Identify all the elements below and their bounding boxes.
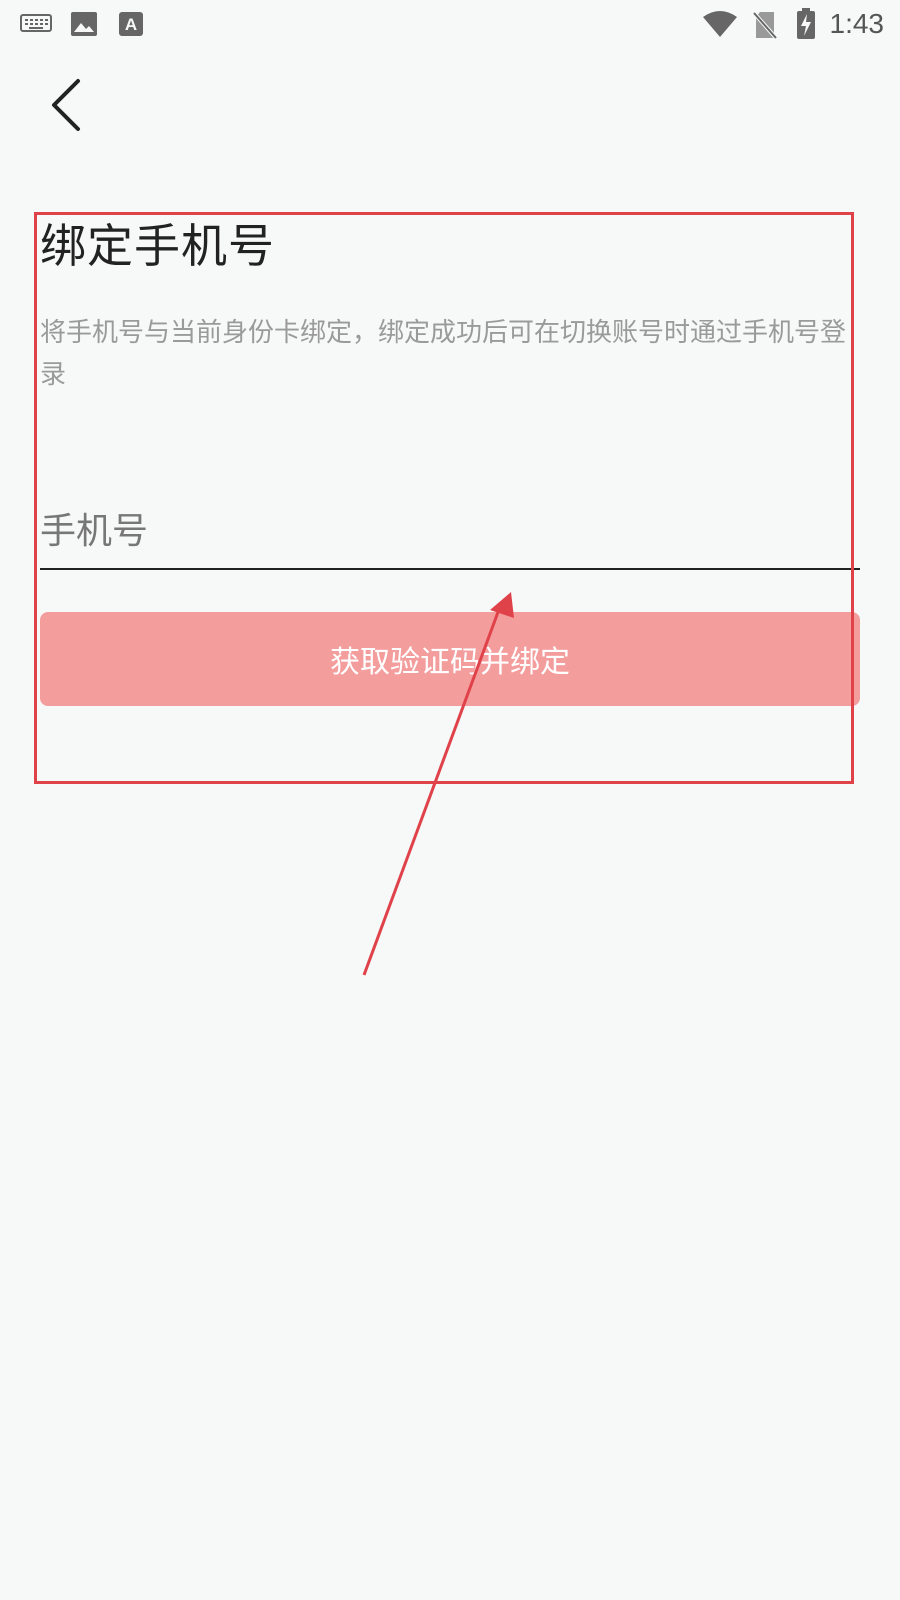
font-icon: A: [119, 12, 143, 36]
battery-charging-icon: [797, 8, 815, 39]
status-time: 1:43: [829, 8, 885, 39]
back-button[interactable]: [36, 70, 96, 140]
status-bar: A 1:43: [0, 0, 900, 50]
no-sim-icon: [752, 11, 778, 40]
wifi-icon: [703, 11, 737, 37]
chevron-left-icon: [52, 79, 80, 131]
get-code-and-bind-button[interactable]: 获取验证码并绑定: [40, 612, 860, 706]
phone-number-input[interactable]: [40, 494, 860, 570]
page-title: 绑定手机号: [40, 219, 275, 273]
keyboard-icon: [20, 14, 52, 32]
svg-text:A: A: [125, 15, 137, 34]
image-icon: [71, 12, 97, 36]
page-description: 将手机号与当前身份卡绑定，绑定成功后可在切换账号时通过手机号登录: [40, 318, 847, 390]
